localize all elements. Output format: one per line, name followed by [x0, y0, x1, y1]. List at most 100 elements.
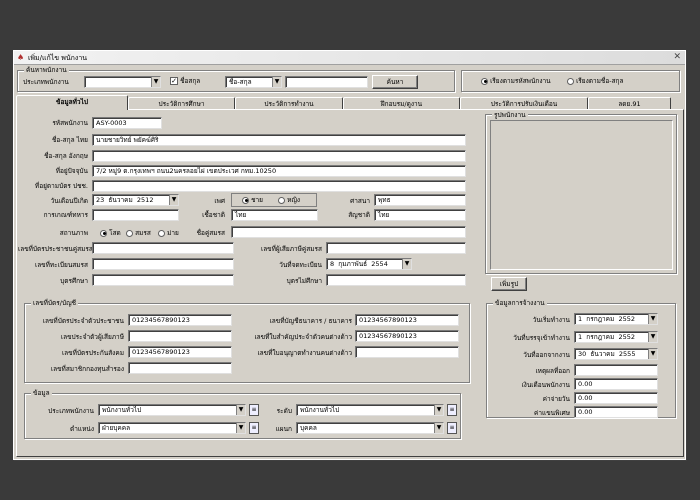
name-th-input[interactable]: นายชายวิทย์ พยัคฆ์ศิริ [92, 134, 466, 146]
gender-male-radio[interactable] [242, 196, 249, 204]
marital-married-radio[interactable] [126, 229, 133, 237]
chevron-down-icon[interactable]: ▼ [648, 314, 657, 324]
license-input[interactable] [355, 346, 459, 358]
marital-single[interactable]: โสด [100, 228, 121, 238]
fund-input[interactable] [128, 362, 232, 374]
reg-no-input[interactable] [92, 258, 234, 270]
chevron-down-icon[interactable]: ▼ [236, 405, 245, 415]
chevron-down-icon[interactable]: ▼ [434, 405, 443, 415]
children-study-label: บุตรศึกษา [60, 277, 88, 285]
close-icon[interactable]: ✕ [673, 52, 681, 62]
photo-group-title: รูปพนักงาน [492, 110, 528, 120]
cards-group-title: เลขที่บัตร/บัญชี [31, 298, 79, 308]
sso-input[interactable]: 01234567890123 [128, 346, 232, 358]
bank-input[interactable]: 01234567890123 [355, 314, 459, 326]
gender-female[interactable]: หญิง [278, 195, 300, 205]
spouse-id-input[interactable] [92, 242, 234, 254]
marital-widow-radio[interactable] [158, 229, 165, 237]
military-input[interactable] [92, 209, 179, 221]
code-input[interactable]: ASY-0003 [92, 117, 162, 129]
tab-general[interactable]: ข้อมูลทั่วไป [16, 95, 128, 110]
sort-by-name[interactable]: เรียงตามชื่อ-สกุล [567, 76, 623, 86]
origin-label: เชื้อชาติ [202, 211, 225, 219]
add-photo-button[interactable]: เพิ่มรูป [491, 277, 527, 291]
spouse-input[interactable] [231, 226, 466, 238]
emp-type-select[interactable]: พนักงานทั่วไป ▼ [98, 404, 246, 416]
marital-widow[interactable]: ม่าย [158, 228, 179, 238]
chevron-down-icon[interactable]: ▼ [648, 332, 657, 342]
origin-input[interactable]: ไทย [231, 209, 318, 221]
license-label: เลขที่ใบอนุญาตทำงานคนต่างด้าว [257, 349, 352, 357]
address-input[interactable]: 7/2 หมู่9 ต.กรุงเทพฯ ถนน2นครลอยไผ่ เขตปร… [92, 165, 466, 177]
leave-date-picker[interactable]: 30 ธันวาคม 2555 ▼ [574, 348, 658, 360]
address-reg-input[interactable] [92, 180, 466, 192]
employment-group-title: ข้อมูลการจ้างงาน [493, 298, 547, 308]
spouse-id-label: เลขที่บัตรประชาชนคู่สมรส [18, 245, 93, 253]
chevron-down-icon[interactable]: ▼ [402, 259, 411, 269]
chevron-down-icon[interactable]: ▼ [434, 423, 443, 433]
dept-select[interactable]: บุคคล ▼ [296, 422, 444, 434]
permanent-date-label: วันที่บรรจุเข้าทำงาน [513, 334, 570, 342]
marital-label: สถานภาพ [59, 229, 88, 237]
level-lookup-icon[interactable]: ≡ [447, 404, 457, 416]
level-select[interactable]: พนักงานทั่วไป ▼ [296, 404, 444, 416]
nationality-label: สัญชาติ [348, 211, 370, 219]
app-icon: ♠ [17, 53, 25, 62]
name-en-label: ชื่อ-สกุล อังกฤษ [44, 152, 88, 160]
daily-wage-input[interactable]: 0.00 [574, 392, 658, 404]
start-date-picker[interactable]: 1 กรกฎาคม 2552 ▼ [574, 313, 658, 325]
id-card-input[interactable]: 01234567890123 [128, 314, 232, 326]
tax-id-input[interactable] [128, 330, 232, 342]
dob-picker[interactable]: 23 ธันวาคม 2512 ▼ [92, 194, 179, 206]
marital-single-radio[interactable] [100, 229, 107, 237]
dob-label: วันเดือนปีเกิด [50, 197, 88, 205]
reason-input[interactable] [574, 364, 658, 376]
position-lookup-icon[interactable]: ≡ [249, 422, 259, 434]
tab-bar: ข้อมูลทั่วไป ประวัติการศึกษา ประวัติการท… [16, 95, 671, 110]
allowance-input[interactable]: 0.00 [574, 406, 658, 418]
gender-male[interactable]: ชาย [242, 195, 263, 205]
sort-name-radio[interactable] [567, 77, 574, 85]
work-permit-input[interactable]: 01234567890123 [355, 330, 459, 342]
reg-date-picker[interactable]: 8 กุมภาพันธ์ 2554 ▼ [326, 258, 412, 270]
allowance-label: ค่าแขนพิเศษ [534, 409, 570, 417]
search-field-select[interactable]: ชื่อ-สกุล ▼ [225, 76, 282, 88]
salary-input[interactable]: 0.00 [574, 378, 658, 390]
spouse-tax-input[interactable] [326, 242, 466, 254]
chevron-down-icon[interactable]: ▼ [236, 423, 245, 433]
position-select[interactable]: ฝ่ายบุคคล ▼ [98, 422, 246, 434]
sort-code-radio[interactable] [481, 77, 488, 85]
chevron-down-icon[interactable]: ▼ [169, 195, 178, 205]
search-name-input[interactable] [285, 76, 368, 88]
religion-input[interactable]: พุทธ [374, 194, 466, 206]
leave-date-label: วันที่ออกจากงาน [523, 351, 570, 359]
religion-label: ศาสนา [350, 197, 370, 205]
chevron-down-icon[interactable]: ▼ [272, 77, 281, 87]
emp-type-lookup-icon[interactable]: ≡ [249, 404, 259, 416]
military-label: การเกณฑ์ทหาร [43, 211, 88, 219]
search-group-title: ค้นหาพนักงาน [24, 65, 69, 75]
search-button[interactable]: ค้นหา [372, 75, 418, 89]
name-th-label: ชื่อ-สกุล ไทย [52, 136, 88, 144]
chevron-down-icon[interactable]: ▼ [151, 77, 160, 87]
children-nostudy-label: บุตรไม่ศึกษา [286, 277, 322, 285]
permanent-date-picker[interactable]: 1 กรกฎาคม 2552 ▼ [574, 331, 658, 343]
title-bar: ♠ เพิ่ม/แก้ไข พนักงาน ✕ [14, 51, 685, 65]
address-label: ที่อยู่ปัจจุบัน [55, 167, 88, 175]
search-type-select[interactable]: ▼ [84, 76, 161, 88]
work-permit-label: เลขที่ใบสำคัญประจำตัวคนต่างด้าว [254, 333, 352, 341]
salary-label: เงินเดือนพนักงาน [521, 381, 570, 389]
nationality-input[interactable]: ไทย [374, 209, 466, 221]
marital-married[interactable]: สมรส [126, 228, 151, 238]
reg-date-label: วันที่จดทะเบียน [279, 261, 322, 269]
dept-lookup-icon[interactable]: ≡ [447, 422, 457, 434]
name-check-wrap[interactable]: ✓ ชื่อสกุล [170, 76, 200, 86]
children-nostudy-input[interactable] [326, 274, 466, 286]
sort-by-code[interactable]: เรียงตามรหัสพนักงาน [481, 76, 551, 86]
name-en-input[interactable] [92, 150, 466, 162]
gender-female-radio[interactable] [278, 196, 285, 204]
name-checkbox[interactable]: ✓ [170, 77, 178, 85]
children-study-input[interactable] [92, 274, 234, 286]
address-reg-label: ที่อยู่ตามบัตร ปชช. [34, 182, 88, 190]
chevron-down-icon[interactable]: ▼ [648, 349, 657, 359]
